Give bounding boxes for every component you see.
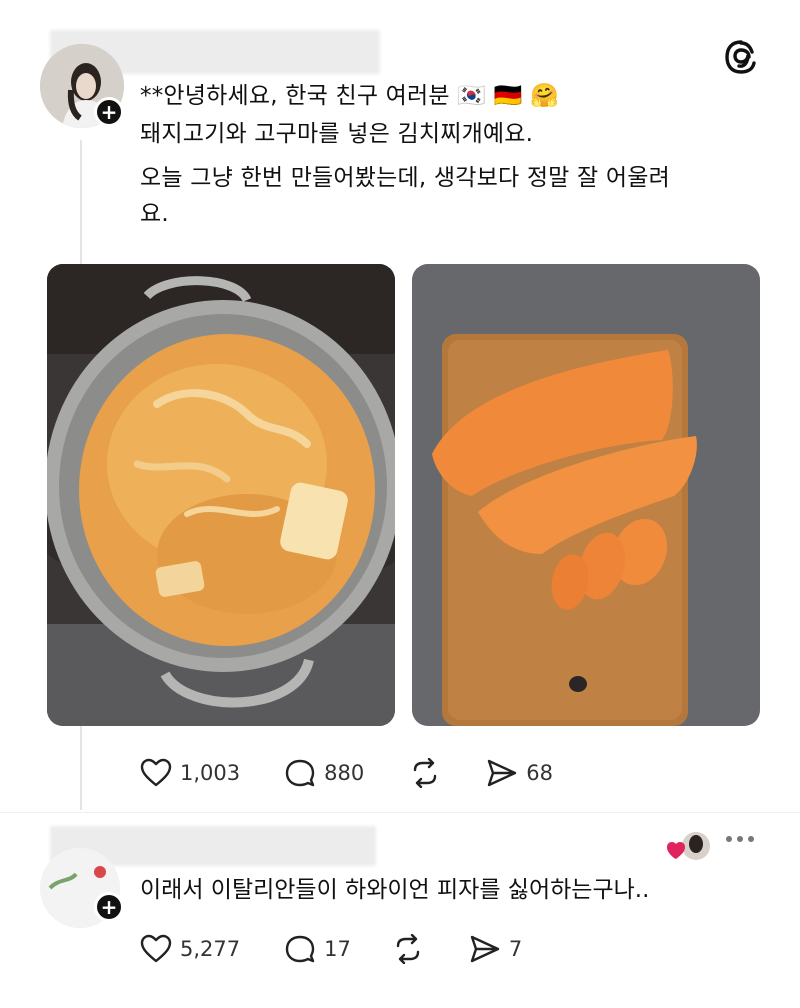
post-line: 돼지고기와 고구마를 넣은 김치찌개예요.: [140, 121, 534, 147]
send-icon: [470, 935, 500, 963]
repost-icon: [414, 758, 437, 788]
more-icon[interactable]: [726, 836, 759, 842]
like-button[interactable]: 1,003: [140, 758, 240, 788]
send-icon: [488, 759, 517, 787]
stew-pot-photo[interactable]: [47, 264, 395, 726]
threads-icon[interactable]: [722, 38, 760, 76]
follow-plus-icon[interactable]: +: [94, 892, 124, 922]
share-count: 68: [526, 761, 553, 785]
liked-by-author-indicator[interactable]: [666, 830, 712, 864]
divider: [0, 812, 800, 813]
reply-action-row: 5,277 17 7: [140, 932, 566, 966]
post-line: 요.: [140, 201, 169, 227]
like-count: 5,277: [180, 937, 241, 961]
share-button[interactable]: 7: [469, 934, 522, 964]
comment-icon: [285, 935, 315, 963]
post-line: 오늘 그냥 한번 만들어봤는데, 생각보다 정말 잘 어울려: [140, 165, 671, 191]
follow-plus-icon[interactable]: +: [94, 97, 124, 127]
comment-button[interactable]: 17: [284, 934, 351, 964]
like-count: 1,003: [180, 761, 241, 785]
post-line: **안녕하세요, 한국 친구 여러분 🇰🇷 🇩🇪 🤗: [140, 83, 559, 109]
comment-icon: [285, 759, 315, 787]
share-button[interactable]: 68: [486, 758, 553, 788]
comment-button[interactable]: 880: [284, 758, 364, 788]
heart-icon: [140, 758, 172, 787]
repost-icon: [396, 934, 420, 964]
comment-count: 880: [324, 761, 365, 785]
like-button[interactable]: 5,277: [140, 934, 240, 964]
share-count: 7: [508, 937, 523, 961]
repost-button[interactable]: [391, 934, 425, 964]
reply-body: 이래서 이탈리안들이 하와이언 피자를 싫어하는구나..: [140, 877, 650, 903]
post-action-row: 1,003 880 68: [140, 756, 597, 790]
comment-count: 17: [324, 937, 351, 961]
sweet-potato-photo[interactable]: [412, 264, 760, 726]
post-body: **안녕하세요, 한국 친구 여러분 🇰🇷 🇩🇪 🤗 돼지고기와 고구마를 넣은…: [140, 78, 760, 232]
repost-button[interactable]: [408, 758, 442, 788]
heart-icon: [140, 934, 172, 963]
